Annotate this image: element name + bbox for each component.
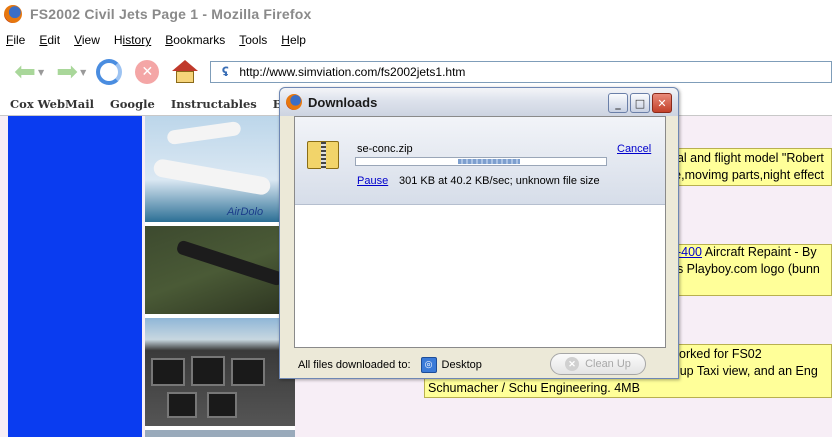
menu-bar: File Edit View History Bookmarks Tools H…	[0, 28, 832, 52]
download-progress-bar	[355, 157, 607, 166]
address-bar[interactable]: ʢ http://www.simviation.com/fs2002jets1.…	[210, 61, 832, 83]
window-title: FS2002 Civil Jets Page 1 - Mozilla Firef…	[30, 6, 312, 22]
reload-button[interactable]	[92, 56, 126, 88]
navigation-toolbar: ⬅ ▼ ➡ ▼ ✕ ʢ http://www.simviation.com/fs…	[0, 52, 832, 92]
menu-help[interactable]: Help	[274, 33, 313, 47]
description-3-author: Schumacher / Schu Engineering. 4MB	[428, 381, 640, 395]
thumbnail-brand-text: AirDolo	[227, 206, 264, 218]
firefox-logo-icon	[4, 5, 22, 23]
home-icon	[172, 60, 199, 84]
window-titlebar: FS2002 Civil Jets Page 1 - Mozilla Firef…	[0, 0, 832, 28]
download-filename: se-conc.zip	[357, 143, 413, 155]
stop-button[interactable]: ✕	[130, 56, 164, 88]
close-icon: ✕	[657, 96, 667, 110]
downloads-titlebar[interactable]: Downloads _ □ ✕	[280, 88, 678, 116]
description-3: worked for FS02 s up Taxi view, and an E…	[670, 347, 818, 378]
forward-button[interactable]: ➡	[50, 56, 84, 88]
menu-bookmarks[interactable]: Bookmarks	[158, 33, 232, 47]
minimize-icon: _	[615, 96, 621, 110]
maximize-button[interactable]: □	[630, 93, 650, 113]
firefox-logo-icon	[286, 94, 302, 110]
bookmark-google[interactable]: Google	[102, 97, 163, 111]
download-location-value[interactable]: Desktop	[442, 359, 482, 371]
description-2: 7-400 Aircraft Repaint - By ns Playboy.c…	[670, 245, 820, 276]
cancel-download-link[interactable]: Cancel	[617, 143, 651, 155]
minimize-button[interactable]: _	[608, 93, 628, 113]
thumbnail-jets-1[interactable]: AirDolo	[145, 116, 295, 222]
downloads-list[interactable]: se-conc.zip Cancel Pause 301 KB at 40.2 …	[294, 116, 666, 348]
downloads-title: Downloads	[308, 94, 378, 110]
thumbnail-jets-3[interactable]	[145, 318, 295, 426]
downloads-dialog: Downloads _ □ ✕ se-conc.zip Cancel Pause…	[279, 87, 679, 379]
download-status: 301 KB at 40.2 KB/sec; unknown file size	[399, 175, 600, 187]
home-button[interactable]	[168, 56, 202, 88]
download-location-label: All files downloaded to:	[298, 359, 411, 371]
close-button[interactable]: ✕	[652, 93, 672, 113]
site-favicon-icon: ʢ	[221, 65, 229, 79]
thumbnail-column: AirDolo	[145, 116, 295, 437]
desktop-folder-icon[interactable]: ◎	[420, 357, 437, 373]
thumbnail-jets-2[interactable]	[145, 226, 295, 314]
download-item[interactable]: se-conc.zip Cancel Pause 301 KB at 40.2 …	[295, 117, 665, 205]
bookmark-cox-webmail[interactable]: Cox WebMail	[0, 97, 102, 111]
back-button[interactable]: ⬅	[8, 56, 42, 88]
maximize-icon: □	[634, 96, 646, 110]
menu-history[interactable]: History	[107, 33, 158, 47]
reload-icon	[96, 59, 123, 85]
menu-view[interactable]: View	[67, 33, 107, 47]
forward-arrow-icon: ➡	[56, 57, 79, 87]
back-arrow-icon: ⬅	[14, 57, 36, 87]
bookmark-instructables[interactable]: Instructables	[163, 97, 265, 111]
address-text: http://www.simviation.com/fs2002jets1.ht…	[239, 65, 466, 79]
thumbnail-jets-4[interactable]	[145, 430, 295, 437]
menu-tools[interactable]: Tools	[232, 33, 274, 47]
menu-file[interactable]: File	[0, 33, 32, 47]
zip-file-icon	[307, 141, 339, 169]
clean-up-icon: ✕	[565, 357, 580, 371]
pause-download-link[interactable]: Pause	[357, 175, 388, 187]
description-1: nal and flight model "Robert re,movimg p…	[670, 151, 825, 182]
menu-edit[interactable]: Edit	[32, 33, 67, 47]
downloads-footer: All files downloaded to: ◎ Desktop ✕ Cle…	[280, 350, 678, 380]
left-nav-column	[8, 116, 142, 437]
clean-up-button[interactable]: ✕ Clean Up	[550, 353, 646, 375]
stop-icon: ✕	[135, 60, 160, 84]
